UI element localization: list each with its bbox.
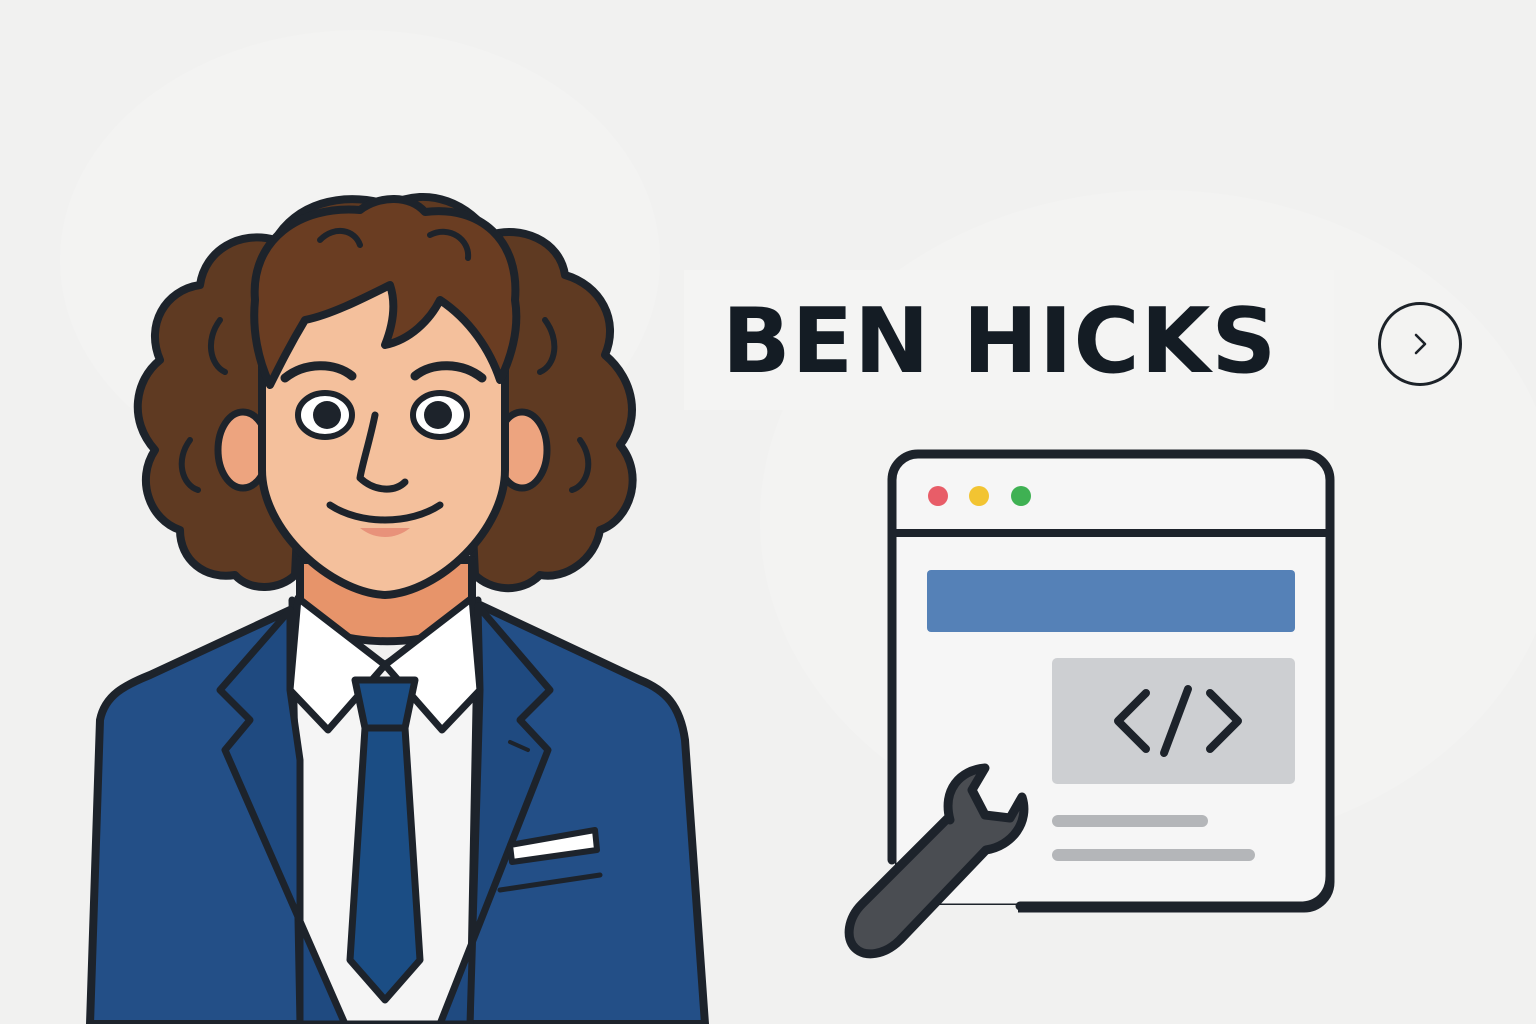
tie-knot xyxy=(351,676,419,732)
tie xyxy=(346,724,424,1004)
page-title: BEN HICKS xyxy=(722,289,1278,394)
window-dot-green xyxy=(1011,486,1031,506)
text-line xyxy=(1052,815,1208,827)
next-button[interactable] xyxy=(1378,302,1462,386)
illustration-canvas xyxy=(60,30,1536,1024)
window-dot-red xyxy=(928,486,948,506)
browser-header-bar xyxy=(927,570,1295,632)
left-pupil xyxy=(313,401,341,429)
chevron-right-icon xyxy=(1414,333,1427,355)
text-line xyxy=(1052,849,1255,861)
person-avatar-illustration xyxy=(86,193,709,1024)
window-dot-yellow xyxy=(969,486,989,506)
right-pupil xyxy=(424,401,452,429)
